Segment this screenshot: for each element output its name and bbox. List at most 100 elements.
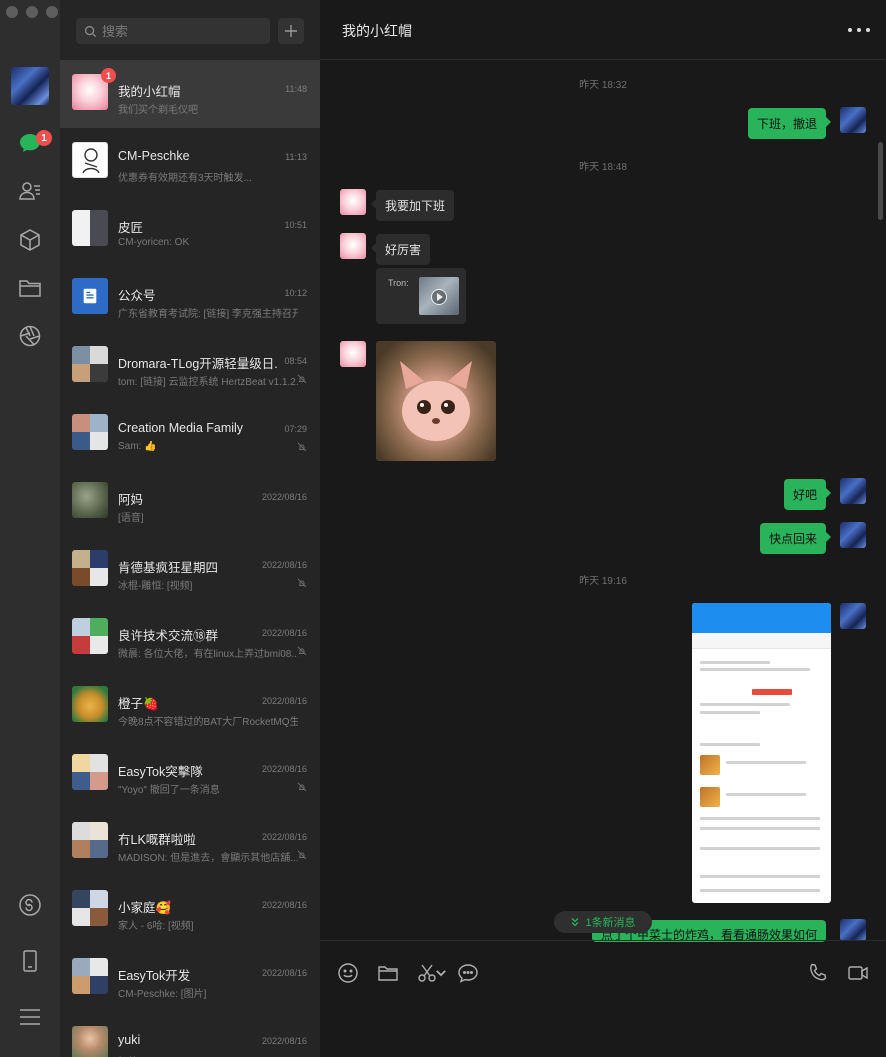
conversation-item[interactable]: 肯德基疯狂星期四 2022/08/16 冰棍-雕恒: [视频] — [60, 536, 320, 604]
conversation-name: 我的小红帽 — [118, 85, 181, 99]
conversation-avatar — [72, 210, 108, 246]
conversation-time: 2022/08/16 — [261, 492, 307, 502]
message-incoming[interactable]: 好厉害 — [370, 234, 431, 265]
phone-device-icon[interactable] — [15, 946, 45, 976]
conversation-time: 11:48 — [285, 84, 307, 94]
conversation-item[interactable]: 良许技术交流⑱群 2022/08/16 微晨: 各位大佬，有在linux上弄过b… — [60, 604, 320, 672]
more-options-button[interactable] — [848, 22, 870, 38]
zoom-window-button[interactable] — [46, 6, 58, 18]
chat-title: 我的小红帽 — [342, 23, 412, 39]
conversation-name: EasyTok突擊隊 — [118, 765, 203, 779]
conversation-item[interactable]: 冇LK嘅群啦啦 2022/08/16 MADISON: 但是進去，會顯示其他店舖… — [60, 808, 320, 876]
message-incoming[interactable]: 我要加下班 — [370, 190, 455, 221]
chat-scrollbar[interactable] — [878, 142, 883, 220]
message-outgoing[interactable]: 好吧 — [783, 479, 832, 510]
chat-unread-badge: 1 — [36, 130, 52, 146]
conversation-time: 2022/08/16 — [261, 696, 307, 706]
minimize-window-button[interactable] — [26, 6, 38, 18]
conversation-item[interactable]: 皮匠 10:51 CM-yoricen: OK — [60, 196, 320, 264]
dot-icon — [866, 28, 870, 32]
add-chat-button[interactable] — [278, 18, 304, 44]
my-avatar[interactable] — [840, 107, 866, 133]
conversation-preview: CM-Peschke: [图片] — [118, 989, 207, 1000]
mute-bell-icon — [297, 782, 307, 792]
conversation-preview: 好的 — [118, 1053, 138, 1057]
message-outgoing[interactable]: 下班，撤退 — [747, 108, 832, 139]
conversation-item[interactable]: Dromara-TLog开源轻量级日... 08:54 tom: [链接] 云监… — [60, 332, 320, 400]
conversation-item[interactable]: 1 我的小红帽 11:48 我们买个剃毛仪吧 — [60, 60, 320, 128]
double-chevron-down-icon — [571, 918, 579, 927]
conversation-avatar — [72, 686, 108, 722]
conversation-name: EasyTok开发 — [118, 969, 191, 983]
conversation-name: yuki — [118, 1033, 141, 1047]
conversation-time: 10:12 — [284, 288, 307, 298]
conversation-item[interactable]: EasyTok突擊隊 2022/08/16 "Yoyo" 撤回了一条消息 — [60, 740, 320, 808]
conversation-preview: 今晚8点不容错过的BAT大厂RocketMQ生产... — [118, 717, 298, 728]
time-separator: 昨天 19:16 — [579, 576, 627, 587]
contact-avatar[interactable] — [340, 233, 366, 259]
favorites-cube-icon[interactable] — [15, 225, 45, 255]
video-link-card[interactable]: Tron: — [376, 268, 466, 324]
conversation-preview: 我们买个剃毛仪吧 — [118, 105, 198, 116]
files-folder-icon[interactable] — [15, 273, 45, 303]
new-message-label: 1条新消息 — [585, 917, 636, 929]
conversation-item[interactable]: 公众号 10:12 广东省教育考试院: [链接] 李克强主持召开... — [60, 264, 320, 332]
search-box[interactable] — [76, 18, 270, 44]
conversation-time: 2022/08/16 — [261, 832, 307, 842]
conversation-time: 2022/08/16 — [261, 628, 307, 638]
emoji-icon[interactable] — [336, 961, 360, 985]
sticker-image[interactable] — [376, 341, 496, 461]
chevron-down-icon[interactable] — [434, 961, 448, 985]
voice-call-icon[interactable] — [806, 961, 830, 985]
dot-icon — [848, 28, 852, 32]
group-avatar — [72, 958, 108, 994]
group-avatar — [72, 822, 108, 858]
chat-panel: 我的小红帽 昨天 18:32 下班，撤退 昨天 18:48 我要加下班 好厉害 … — [320, 0, 886, 1057]
menu-hamburger-icon[interactable] — [15, 1002, 45, 1032]
send-file-folder-icon[interactable] — [376, 961, 400, 985]
my-avatar[interactable] — [840, 919, 866, 941]
my-avatar[interactable] — [11, 67, 49, 105]
contact-avatar[interactable] — [340, 341, 366, 367]
screenshot-image-message[interactable] — [692, 603, 831, 903]
my-avatar[interactable] — [840, 478, 866, 504]
message-outgoing[interactable]: 快点回来 — [759, 523, 832, 554]
close-window-button[interactable] — [6, 6, 18, 18]
my-avatar[interactable] — [840, 522, 866, 548]
conversation-item[interactable]: EasyTok开发 2022/08/16 CM-Peschke: [图片] — [60, 944, 320, 1012]
conversation-time: 08:54 — [284, 356, 307, 366]
conversation-item[interactable]: yuki 2022/08/16 好的 — [60, 1012, 320, 1057]
conversation-time: 07:29 — [284, 424, 307, 434]
conversation-avatar — [72, 482, 108, 518]
link-card-label: Tron: — [388, 278, 409, 288]
new-message-banner[interactable]: 1条新消息 — [554, 911, 652, 933]
contact-avatar[interactable] — [340, 189, 366, 215]
mini-programs-icon[interactable] — [15, 890, 45, 920]
video-call-icon[interactable] — [846, 961, 870, 985]
conversation-item[interactable]: 阿妈 2022/08/16 [语音] — [60, 468, 320, 536]
chat-history-icon[interactable] — [456, 961, 480, 985]
group-avatar — [72, 890, 108, 926]
conversation-item[interactable]: CM-Peschke 11:13 优惠券有效期还有3天时触发... — [60, 128, 320, 196]
conversation-preview: "Yoyo" 撤回了一条消息 — [118, 785, 220, 796]
search-input[interactable] — [102, 23, 262, 39]
group-avatar — [72, 618, 108, 654]
contacts-icon[interactable] — [15, 176, 45, 206]
my-avatar[interactable] — [840, 603, 866, 629]
mute-bell-icon — [297, 374, 307, 384]
conversation-avatar — [72, 142, 108, 178]
moments-aperture-icon[interactable] — [15, 321, 45, 351]
conversation-item[interactable]: 小家庭🥰 2022/08/16 家人 - 6哈: [视频] — [60, 876, 320, 944]
conversation-preview: 广东省教育考试院: [链接] 李克强主持召开... — [118, 309, 298, 320]
conversation-preview: 家人 - 6哈: [视频] — [118, 921, 194, 932]
time-separator: 昨天 18:32 — [579, 80, 627, 91]
conversation-time: 2022/08/16 — [261, 1036, 307, 1046]
conversation-name: Dromara-TLog开源轻量级日... — [118, 357, 278, 371]
conversation-time: 11:13 — [285, 152, 307, 162]
conversation-item[interactable]: Creation Media Family 07:29 Sam: 👍 — [60, 400, 320, 468]
mute-bell-icon — [297, 646, 307, 656]
conversation-item[interactable]: 橙子🍓 2022/08/16 今晚8点不容错过的BAT大厂RocketMQ生产.… — [60, 672, 320, 740]
group-avatar — [72, 346, 108, 382]
conversation-time: 2022/08/16 — [261, 900, 307, 910]
conversation-name: 橙子🍓 — [118, 697, 159, 711]
